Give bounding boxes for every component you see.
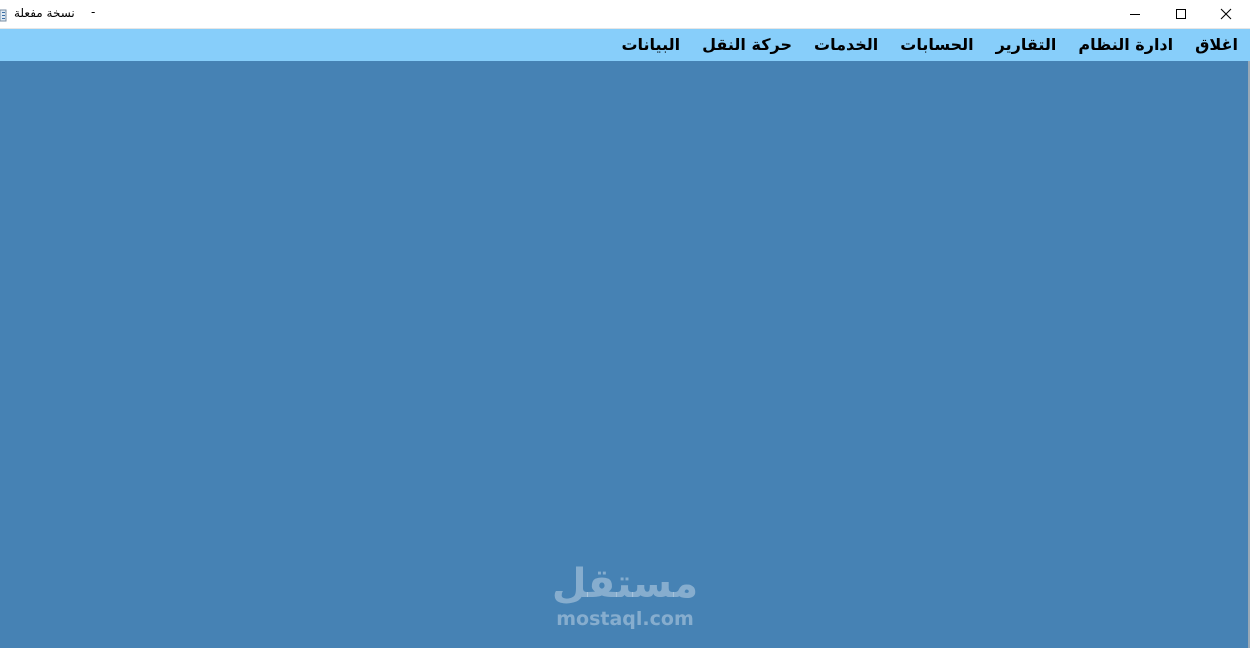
menu-item-close[interactable]: اغلاق — [1195, 29, 1238, 61]
menu-item-services[interactable]: الخدمات — [814, 29, 878, 61]
title-bar[interactable]: نسخة مفعلة - — [0, 0, 1250, 29]
app-window: نسخة مفعلة - البيانات حركة النقل الخدمات… — [0, 0, 1250, 648]
menu-item-reports[interactable]: التقارير — [996, 29, 1057, 61]
main-client-area — [0, 61, 1248, 648]
maximize-icon — [1175, 8, 1187, 20]
close-icon — [1220, 8, 1232, 20]
maximize-button[interactable] — [1158, 0, 1204, 28]
menu-item-system-admin[interactable]: ادارة النظام — [1078, 29, 1173, 61]
menu-list: البيانات حركة النقل الخدمات الحسابات الت… — [621, 29, 1238, 61]
minimize-button[interactable] — [1112, 0, 1158, 28]
menu-item-accounts[interactable]: الحسابات — [900, 29, 973, 61]
menu-bar: البيانات حركة النقل الخدمات الحسابات الت… — [0, 29, 1250, 61]
title-separator: - — [91, 5, 96, 19]
close-button[interactable] — [1203, 0, 1249, 28]
menu-item-data[interactable]: البيانات — [621, 29, 680, 61]
window-title: نسخة مفعلة — [14, 6, 75, 20]
menu-item-transport[interactable]: حركة النقل — [702, 29, 792, 61]
app-icon[interactable] — [0, 7, 8, 22]
minimize-icon — [1129, 8, 1141, 20]
